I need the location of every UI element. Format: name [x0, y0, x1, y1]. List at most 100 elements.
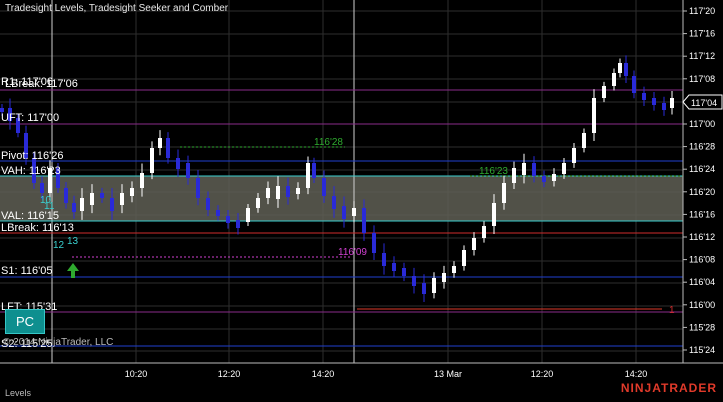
candle-body — [246, 208, 250, 222]
level-label-pivot: Pivot: 116'26 — [1, 150, 63, 162]
candle-body — [612, 73, 616, 86]
seeker-count-12: 12 — [53, 240, 65, 251]
candle-body — [306, 163, 310, 188]
candle-body — [196, 178, 200, 198]
y-tick-label: 115'28 — [689, 322, 715, 332]
candle-body — [512, 168, 516, 183]
x-tick-label: 10:20 — [125, 369, 148, 379]
candle-body — [158, 138, 162, 148]
annotation-count: 1 — [669, 305, 675, 316]
x-tick-label: 12:20 — [218, 369, 241, 379]
annotation-seeker-mid: 116'23 — [479, 166, 508, 177]
y-tick-label: 116'28 — [689, 142, 715, 152]
candle-body — [618, 63, 622, 73]
x-tick-label: 12:20 — [531, 369, 554, 379]
candle-body — [322, 178, 326, 196]
candle-body — [592, 98, 596, 133]
current-price-marker: 117'04 — [682, 94, 723, 110]
candle-body — [552, 174, 556, 181]
candle-body — [624, 63, 628, 76]
annotation-comber: 116'09 — [338, 247, 367, 258]
candle-body — [110, 198, 114, 211]
y-tick-label: 116'24 — [689, 164, 715, 174]
x-tick-label: 14:20 — [625, 369, 648, 379]
pc-button[interactable]: PC — [5, 309, 45, 334]
candle-body — [572, 148, 576, 163]
x-tick-label: 14:20 — [312, 369, 335, 379]
candle-body — [176, 158, 180, 169]
candle-body — [352, 208, 356, 216]
candle-body — [642, 93, 646, 100]
candle-body — [236, 220, 240, 228]
candle-body — [562, 163, 566, 174]
candle-body — [186, 163, 190, 178]
y-tick-label: 116'00 — [689, 300, 715, 310]
time-axis[interactable]: 10:20 12:20 14:20 13 Mar 12:20 14:20 — [0, 362, 723, 379]
candle-body — [522, 163, 526, 175]
seeker-count-11: 11 — [44, 201, 55, 212]
level-label-uft: UFT: 117'00 — [1, 112, 59, 124]
level-label-vah: VAH: 116'23 — [1, 165, 61, 177]
y-tick-label: 116'16 — [689, 209, 715, 219]
candle-body — [120, 193, 124, 205]
candle-body — [332, 196, 336, 209]
candle-body — [492, 203, 496, 226]
up-arrow-icon — [67, 263, 79, 278]
candle-body — [312, 163, 316, 178]
y-tick-label: 117'00 — [689, 119, 715, 129]
candle-body — [382, 253, 386, 266]
y-tick-label: 116'12 — [689, 232, 715, 242]
y-tick-label: 116'08 — [689, 255, 715, 265]
candle-body — [582, 133, 586, 148]
candle-body — [276, 186, 280, 199]
chart-title: Tradesight Levels, Tradesight Seeker and… — [5, 3, 229, 14]
candle-body — [130, 188, 134, 196]
y-tick-label: 117'16 — [689, 29, 715, 39]
candle-body — [150, 148, 154, 173]
candle-body — [256, 198, 260, 208]
candle-body — [206, 198, 210, 210]
candle-body — [296, 188, 300, 194]
current-price-label: 117'04 — [691, 98, 717, 108]
candle-body — [532, 163, 536, 176]
candle-body — [652, 98, 656, 105]
candle-body — [482, 226, 486, 238]
copyright-text: © 2014 NinjaTrader, LLC — [3, 337, 114, 348]
y-tick-label: 117'12 — [689, 51, 715, 61]
candle-body — [442, 273, 446, 282]
candle-body — [90, 193, 94, 205]
y-tick-label: 115'24 — [689, 345, 715, 355]
candle-body — [40, 183, 44, 193]
y-tick-label: 117'20 — [689, 6, 715, 16]
candle-body — [472, 238, 476, 250]
candle-body — [502, 183, 506, 203]
brand-logo: NINJATRADER — [620, 381, 717, 395]
candle-body — [402, 268, 406, 276]
candle-body — [166, 138, 170, 158]
level-label-s1: S1: 116'05 — [1, 265, 52, 277]
y-tick-label: 116'20 — [689, 187, 715, 197]
candle-body — [452, 266, 456, 273]
candle-body — [372, 233, 376, 253]
candle-body — [662, 103, 666, 110]
candle-body — [602, 86, 606, 98]
candle-body — [266, 188, 270, 198]
y-tick-label: 117'08 — [689, 74, 715, 84]
candle-body — [432, 278, 436, 293]
candle-body — [462, 250, 466, 266]
candle-body — [80, 198, 84, 211]
x-tick-label: 13 Mar — [434, 369, 462, 379]
candle-body — [632, 76, 636, 93]
annotation-seeker-high: 116'28 — [314, 137, 343, 148]
seeker-count-13: 13 — [67, 236, 79, 247]
candle-body — [542, 176, 546, 182]
candle-body — [140, 173, 144, 188]
candle-body — [72, 203, 76, 212]
candle-body — [100, 193, 104, 198]
candle-body — [392, 263, 396, 271]
tab-levels[interactable]: Levels — [5, 388, 31, 398]
price-axis[interactable]: 117'20 117'16 117'12 117'08 117'04 117'00 116'… — [682, 0, 715, 363]
candle-body — [226, 216, 230, 223]
candle-body — [216, 210, 220, 216]
candle-body — [670, 98, 674, 108]
